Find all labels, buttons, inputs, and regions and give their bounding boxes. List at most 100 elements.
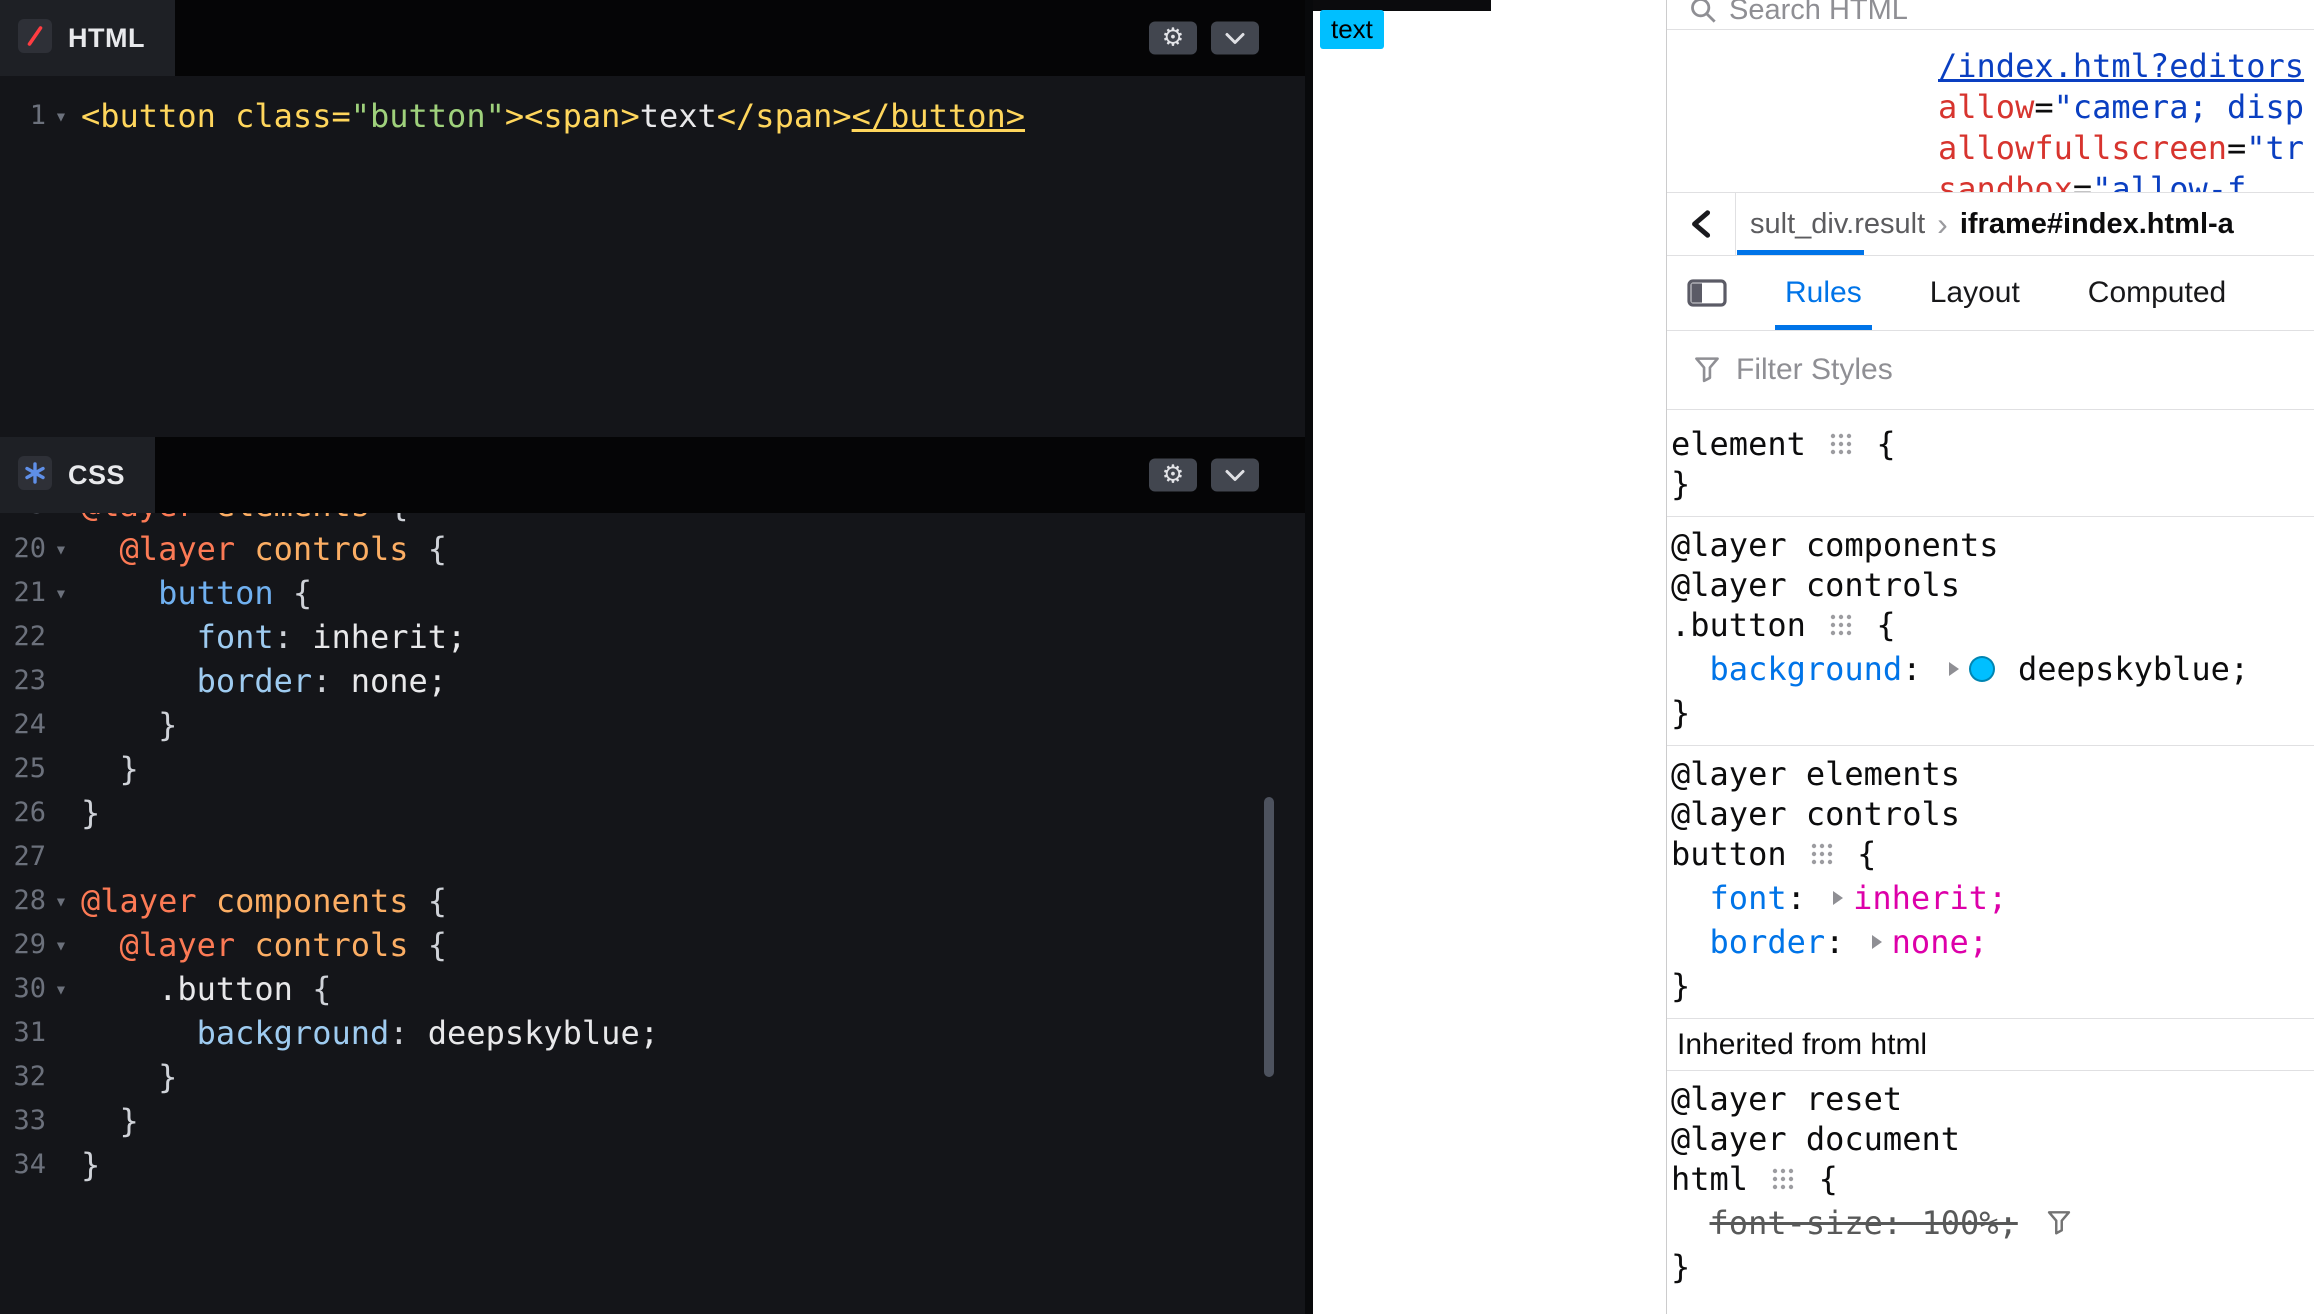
code-line[interactable]: 31 background: deepskyblue; (0, 1011, 1305, 1055)
code-text[interactable] (76, 835, 1305, 879)
code-line[interactable]: 27 (0, 835, 1305, 879)
css-collapse-button[interactable] (1211, 459, 1259, 492)
code-token: } (81, 794, 100, 832)
rule-line[interactable]: @layer reset (1671, 1079, 2314, 1119)
code-text[interactable]: background: deepskyblue; (76, 1011, 1305, 1055)
code-text[interactable]: @layer controls { (76, 923, 1305, 967)
declaration-line[interactable]: font-size: 100%; (1671, 1203, 2314, 1243)
css-panel-header: CSS ⚙ (0, 437, 1305, 513)
code-token: allowfullscreen (1938, 129, 2227, 167)
rule-line[interactable]: @layer components (1671, 525, 2314, 565)
breadcrumb-back-button[interactable] (1687, 207, 1717, 241)
code-line[interactable]: 29▾ @layer controls { (0, 923, 1305, 967)
code-line[interactable]: 20▾ @layer controls { (0, 527, 1305, 571)
tab-computed[interactable]: Computed (2078, 256, 2236, 330)
css-editor-scrollbar[interactable] (1264, 797, 1274, 1077)
code-line[interactable]: 23 border: none; (0, 659, 1305, 703)
code-text[interactable]: font: inherit; (76, 615, 1305, 659)
code-text[interactable]: } (76, 747, 1305, 791)
css-code-editor[interactable]: 19▾@layer elements {20▾ @layer controls … (0, 483, 1305, 1187)
rule-line[interactable]: } (1671, 693, 2314, 733)
declaration-line[interactable]: border: none; (1671, 922, 2314, 962)
fold-arrow-icon[interactable]: ▾ (46, 527, 76, 571)
css-panel-tab[interactable]: CSS (0, 437, 155, 513)
line-number: 32 (0, 1055, 46, 1099)
gutter-spacer (46, 703, 76, 747)
expander-icon[interactable] (1872, 935, 1882, 949)
rule-line[interactable]: @layer document (1671, 1119, 2314, 1159)
fold-arrow-icon[interactable]: ▾ (46, 967, 76, 1011)
code-line[interactable]: 32 } (0, 1055, 1305, 1099)
code-token: text (640, 97, 717, 135)
funnel-icon[interactable] (2046, 1210, 2072, 1236)
code-token: { (1838, 834, 1877, 874)
tab-rules[interactable]: Rules (1775, 256, 1872, 330)
code-line[interactable]: 1▾<button class="button"><span>text</spa… (0, 94, 1305, 138)
devtools-search-input[interactable]: Search HTML (1667, 0, 2314, 30)
fold-arrow-icon[interactable]: ▾ (46, 879, 76, 923)
expander-icon[interactable] (1949, 662, 1959, 676)
code-text[interactable]: <button class="button"><span>text</span>… (76, 94, 1305, 138)
code-line[interactable]: 30▾ .button { (0, 967, 1305, 1011)
declaration-line[interactable]: background: deepskyblue; (1671, 649, 2314, 689)
code-text[interactable]: } (76, 703, 1305, 747)
declaration-line[interactable]: font: inherit; (1671, 878, 2314, 918)
html-settings-button[interactable]: ⚙ (1149, 22, 1197, 55)
css-settings-button[interactable]: ⚙ (1149, 459, 1197, 492)
code-line[interactable]: 28▾@layer components { (0, 879, 1305, 923)
code-line[interactable]: 22 font: inherit; (0, 615, 1305, 659)
rule-line[interactable]: html { (1671, 1159, 2314, 1199)
fold-arrow-icon[interactable]: ▾ (46, 923, 76, 967)
rule-line[interactable]: button { (1671, 834, 2314, 874)
code-token: /index.html?editors (1938, 47, 2304, 85)
html-code-editor[interactable]: 1▾<button class="button"><span>text</spa… (0, 76, 1305, 138)
fold-arrow-icon[interactable]: ▾ (46, 94, 76, 138)
expander-icon[interactable] (1833, 891, 1843, 905)
rule-line[interactable]: } (1671, 1247, 2314, 1287)
code-text[interactable]: @layer controls { (76, 527, 1305, 571)
code-token: background (197, 1014, 390, 1052)
code-text[interactable]: @layer components { (76, 879, 1305, 923)
breadcrumb-item[interactable]: sult_div.result (1735, 193, 1925, 255)
fold-arrow-icon[interactable]: ▾ (46, 571, 76, 615)
rule-line[interactable]: } (1671, 464, 2314, 504)
code-token: none; (1892, 922, 1988, 962)
filter-styles-input[interactable]: Filter Styles (1667, 331, 2314, 410)
sidebar-toggle-icon[interactable] (1687, 278, 1727, 308)
rule-line[interactable]: element { (1671, 424, 2314, 464)
code-text[interactable]: } (76, 791, 1305, 835)
tab-layout[interactable]: Layout (1920, 256, 2030, 330)
code-line[interactable]: 33 } (0, 1099, 1305, 1143)
rule-line[interactable]: @layer elements (1671, 754, 2314, 794)
html-collapse-button[interactable] (1211, 22, 1259, 55)
rule-line[interactable]: .button { (1671, 605, 2314, 645)
markup-line[interactable]: allow="camera; disp (1938, 87, 2314, 128)
code-text[interactable]: } (76, 1143, 1305, 1187)
code-line[interactable]: 34} (0, 1143, 1305, 1187)
markup-view[interactable]: /index.html?editorsallow="camera; dispal… (1667, 30, 2314, 192)
code-token (81, 926, 120, 964)
code-text[interactable]: border: none; (76, 659, 1305, 703)
line-number: 27 (0, 835, 46, 879)
markup-line[interactable]: allowfullscreen="tr (1938, 128, 2314, 169)
code-line[interactable]: 26} (0, 791, 1305, 835)
rule-line[interactable]: } (1671, 966, 2314, 1006)
code-text[interactable]: button { (76, 571, 1305, 615)
html-panel-tab[interactable]: HTML (0, 0, 175, 76)
code-text[interactable]: .button { (76, 967, 1305, 1011)
swatch-icon[interactable] (1969, 656, 1995, 682)
line-number: 30 (0, 967, 46, 1011)
code-text[interactable]: } (76, 1099, 1305, 1143)
code-line[interactable]: 24 } (0, 703, 1305, 747)
markup-line[interactable]: /index.html?editors (1938, 46, 2314, 87)
preview-text-button[interactable]: text (1320, 10, 1384, 49)
breadcrumb-item-selected[interactable]: iframe#index.html-a (1960, 208, 2234, 241)
code-token (81, 1014, 197, 1052)
code-text[interactable]: } (76, 1055, 1305, 1099)
rule-line[interactable]: @layer controls (1671, 794, 2314, 834)
rule-line[interactable]: @layer controls (1671, 565, 2314, 605)
code-line[interactable]: 25 } (0, 747, 1305, 791)
markup-line[interactable]: sandbox="allow-f (1938, 169, 2314, 192)
code-token: background (1710, 649, 1903, 689)
code-line[interactable]: 21▾ button { (0, 571, 1305, 615)
